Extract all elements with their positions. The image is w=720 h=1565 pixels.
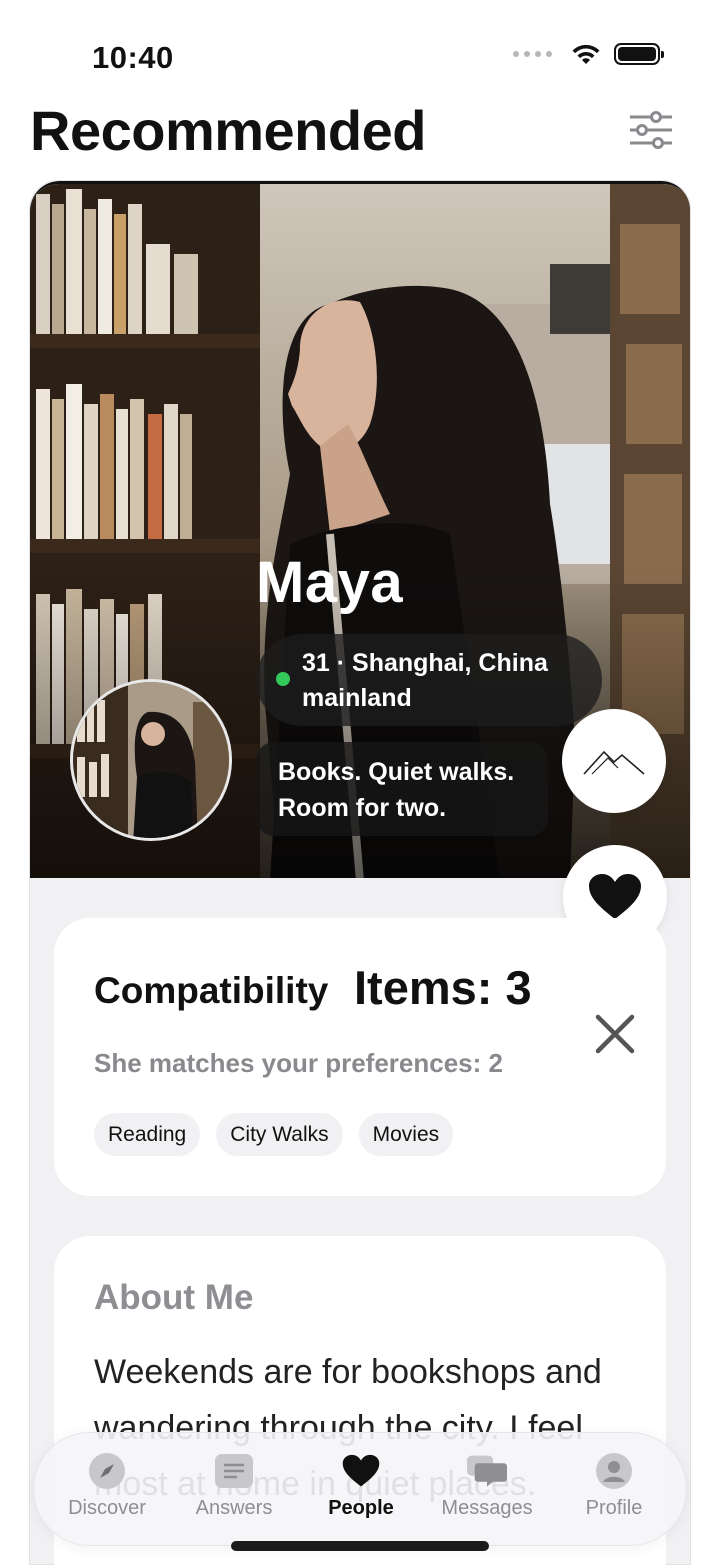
battery-icon (614, 43, 664, 65)
compatibility-subtitle: She matches your preferences: 2 (94, 1048, 503, 1078)
page-title: Recommended (30, 99, 426, 162)
compatibility-title: Compatibility (94, 970, 329, 1011)
mountain-icon (583, 750, 645, 775)
signal-dots-icon (513, 51, 552, 57)
wifi-icon (572, 44, 600, 64)
interest-tag[interactable]: Movies (358, 1113, 454, 1156)
chat-bubbles-icon (467, 1451, 507, 1491)
profile-age-location: 31 · Shanghai, China mainland (302, 649, 548, 712)
person-icon (594, 1451, 634, 1491)
compatibility-card: Compatibility Items: 3 She matches your … (54, 918, 666, 1196)
compatibility-items-count: Items: 3 (354, 961, 532, 1014)
tab-bar: Discover Answers People Messages Profile (33, 1432, 687, 1546)
status-bar: 10:40 (0, 0, 720, 100)
about-title: About Me (94, 1278, 254, 1317)
profile-bio: Books. Quiet walks. Room for two. (278, 758, 515, 822)
interest-tags: Reading City Walks Movies (94, 1113, 454, 1156)
heart-icon (341, 1451, 381, 1491)
tab-label: Answers (195, 1497, 273, 1519)
status-time: 10:40 (92, 40, 174, 75)
tab-messages[interactable]: Messages (432, 1451, 542, 1520)
close-icon[interactable] (594, 1013, 636, 1055)
heart-icon (589, 874, 641, 919)
answers-icon (214, 1451, 254, 1491)
home-indicator (231, 1541, 489, 1551)
tab-discover[interactable]: Discover (52, 1451, 162, 1520)
tab-label: Profile (585, 1497, 643, 1519)
online-status-dot (276, 672, 290, 686)
tab-label: People (328, 1497, 394, 1519)
interest-tag[interactable]: Reading (94, 1113, 201, 1156)
explore-button[interactable] (562, 709, 666, 813)
tab-people[interactable]: People (306, 1451, 416, 1520)
compass-icon (87, 1451, 127, 1491)
tab-label: Messages (441, 1497, 533, 1519)
status-icons (513, 42, 664, 66)
avatar[interactable] (70, 679, 232, 841)
tab-answers[interactable]: Answers (179, 1451, 289, 1520)
profile-name: Maya (256, 550, 404, 615)
tab-label: Discover (68, 1497, 146, 1519)
profile-bio-pill: Books. Quiet walks. Room for two. (256, 742, 548, 836)
interest-tag[interactable]: City Walks (216, 1113, 343, 1156)
profile-info-pill: 31 · Shanghai, China mainland (256, 634, 602, 726)
filter-sliders-icon[interactable] (628, 110, 674, 150)
tab-profile[interactable]: Profile (559, 1451, 669, 1520)
